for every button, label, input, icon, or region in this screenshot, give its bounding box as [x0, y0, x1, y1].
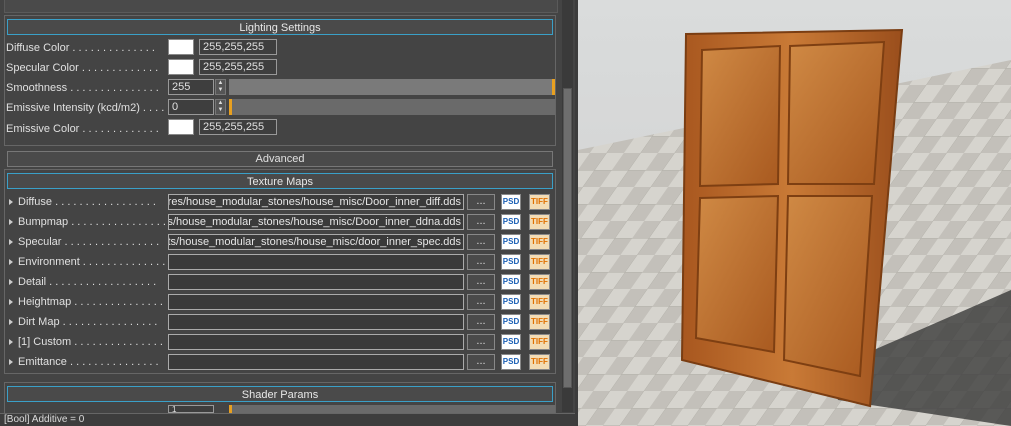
open-tiff-button[interactable]: TIFF: [529, 354, 550, 370]
texture-browse-button[interactable]: ...: [467, 294, 495, 310]
open-psd-button[interactable]: PSD: [501, 194, 521, 210]
smoothness-label: Smoothness . . . . . . . . . . . . . . .: [6, 82, 159, 94]
emissive-intensity-label: Emissive Intensity (kcd/m2) . . . .: [6, 102, 165, 114]
lighting-settings-header[interactable]: Lighting Settings: [7, 19, 553, 35]
viewport-scene: [578, 0, 1011, 426]
emissive-intensity-slider-handle[interactable]: [229, 99, 232, 115]
emissive-intensity-slider[interactable]: [229, 99, 555, 115]
texture-maps-header[interactable]: Texture Maps: [7, 173, 553, 189]
texture-row-expand-arrow[interactable]: [9, 199, 13, 205]
open-psd-button[interactable]: PSD: [501, 294, 521, 310]
open-psd-button[interactable]: PSD: [501, 274, 521, 290]
diffuse-color-label: Diffuse Color . . . . . . . . . . . . . …: [6, 42, 155, 54]
texture-row-expand-arrow[interactable]: [9, 339, 13, 345]
top-toolbar-strip: [4, 0, 558, 13]
texture-browse-button[interactable]: ...: [467, 194, 495, 210]
open-tiff-button[interactable]: TIFF: [529, 234, 550, 250]
diffuse-color-value[interactable]: 255,255,255: [199, 39, 277, 55]
texture-row-expand-arrow[interactable]: [9, 279, 13, 285]
specular-color-swatch[interactable]: [168, 59, 194, 75]
texture-browse-button[interactable]: ...: [467, 334, 495, 350]
open-psd-button[interactable]: PSD: [501, 234, 521, 250]
smoothness-slider-fill: [229, 79, 552, 95]
material-editor-panel: Lighting Settings Diffuse Color . . . . …: [0, 0, 575, 426]
open-psd-button[interactable]: PSD: [501, 354, 521, 370]
emissive-color-value[interactable]: 255,255,255: [199, 119, 277, 135]
open-tiff-button[interactable]: TIFF: [529, 214, 550, 230]
open-tiff-button[interactable]: TIFF: [529, 334, 550, 350]
door-model[interactable]: [680, 28, 904, 408]
texture-browse-button[interactable]: ...: [467, 354, 495, 370]
texture-map-label: Dirt Map . . . . . . . . . . . . . . . .: [18, 316, 158, 328]
texture-row-expand-arrow[interactable]: [9, 259, 13, 265]
emissive-intensity-spinner[interactable]: ▲ ▼: [215, 99, 226, 115]
shader-param-slider[interactable]: [229, 405, 555, 413]
texture-browse-button[interactable]: ...: [467, 214, 495, 230]
panel-scrollbar-thumb[interactable]: [563, 88, 572, 388]
3d-viewport[interactable]: [578, 0, 1011, 426]
open-tiff-button[interactable]: TIFF: [529, 294, 550, 310]
open-tiff-button[interactable]: TIFF: [529, 194, 550, 210]
texture-map-label: Bumpmap . . . . . . . . . . . . . . . .: [18, 216, 166, 228]
texture-row-expand-arrow[interactable]: [9, 319, 13, 325]
texture-path-field[interactable]: Objects/house_modular_stones/house_misc/…: [168, 214, 464, 230]
diffuse-color-swatch[interactable]: [168, 39, 194, 55]
texture-browse-button[interactable]: ...: [467, 274, 495, 290]
open-tiff-button[interactable]: TIFF: [529, 314, 550, 330]
smoothness-slider-handle[interactable]: [552, 79, 555, 95]
shader-param-slider-handle[interactable]: [229, 405, 232, 413]
shader-params-header[interactable]: Shader Params: [7, 386, 553, 402]
open-psd-button[interactable]: PSD: [501, 214, 521, 230]
texture-map-label: Heightmap . . . . . . . . . . . . . . .: [18, 296, 163, 308]
texture-map-label: Emittance . . . . . . . . . . . . . . .: [18, 356, 159, 368]
emissive-color-label: Emissive Color . . . . . . . . . . . . .: [6, 123, 159, 135]
texture-row-expand-arrow[interactable]: [9, 359, 13, 365]
emissive-color-swatch[interactable]: [168, 119, 194, 135]
advanced-section-button[interactable]: Advanced: [7, 151, 553, 167]
texture-path-field[interactable]: Objects/house_modular_stones/house_misc/…: [168, 234, 464, 250]
texture-path-field[interactable]: [168, 314, 464, 330]
texture-map-label: Specular . . . . . . . . . . . . . . . .: [18, 236, 160, 248]
texture-path-field[interactable]: [168, 354, 464, 370]
texture-path-text: Objects/Textures/house_modular_stones/ho…: [168, 196, 461, 208]
texture-map-label: Diffuse . . . . . . . . . . . . . . . . …: [18, 196, 156, 208]
texture-row-expand-arrow[interactable]: [9, 219, 13, 225]
texture-path-field[interactable]: [168, 274, 464, 290]
texture-row-expand-arrow[interactable]: [9, 239, 13, 245]
smoothness-spinner[interactable]: ▲ ▼: [215, 79, 226, 95]
shader-param-input[interactable]: 1: [168, 405, 214, 413]
texture-map-label: Environment . . . . . . . . . . . . . .: [18, 256, 166, 268]
texture-row-expand-arrow[interactable]: [9, 299, 13, 305]
texture-browse-button[interactable]: ...: [467, 314, 495, 330]
texture-path-text: Objects/house_modular_stones/house_misc/…: [168, 236, 461, 248]
specular-color-label: Specular Color . . . . . . . . . . . . .: [6, 62, 159, 74]
texture-path-field[interactable]: Objects/Textures/house_modular_stones/ho…: [168, 194, 464, 210]
open-tiff-button[interactable]: TIFF: [529, 274, 550, 290]
texture-path-field[interactable]: [168, 254, 464, 270]
texture-path-field[interactable]: [168, 294, 464, 310]
specular-color-value[interactable]: 255,255,255: [199, 59, 277, 75]
smoothness-input[interactable]: 255: [168, 79, 214, 95]
texture-browse-button[interactable]: ...: [467, 254, 495, 270]
texture-browse-button[interactable]: ...: [467, 234, 495, 250]
smoothness-slider[interactable]: [229, 79, 555, 95]
emissive-intensity-input[interactable]: 0: [168, 99, 214, 115]
open-tiff-button[interactable]: TIFF: [529, 254, 550, 270]
texture-map-label: Detail . . . . . . . . . . . . . . . . .…: [18, 276, 157, 288]
open-psd-button[interactable]: PSD: [501, 314, 521, 330]
texture-map-label: [1] Custom . . . . . . . . . . . . . . .: [18, 336, 163, 348]
open-psd-button[interactable]: PSD: [501, 334, 521, 350]
texture-path-text: Objects/house_modular_stones/house_misc/…: [168, 216, 461, 228]
texture-path-field[interactable]: [168, 334, 464, 350]
status-bar: [Bool] Additive = 0: [0, 413, 575, 426]
open-psd-button[interactable]: PSD: [501, 254, 521, 270]
